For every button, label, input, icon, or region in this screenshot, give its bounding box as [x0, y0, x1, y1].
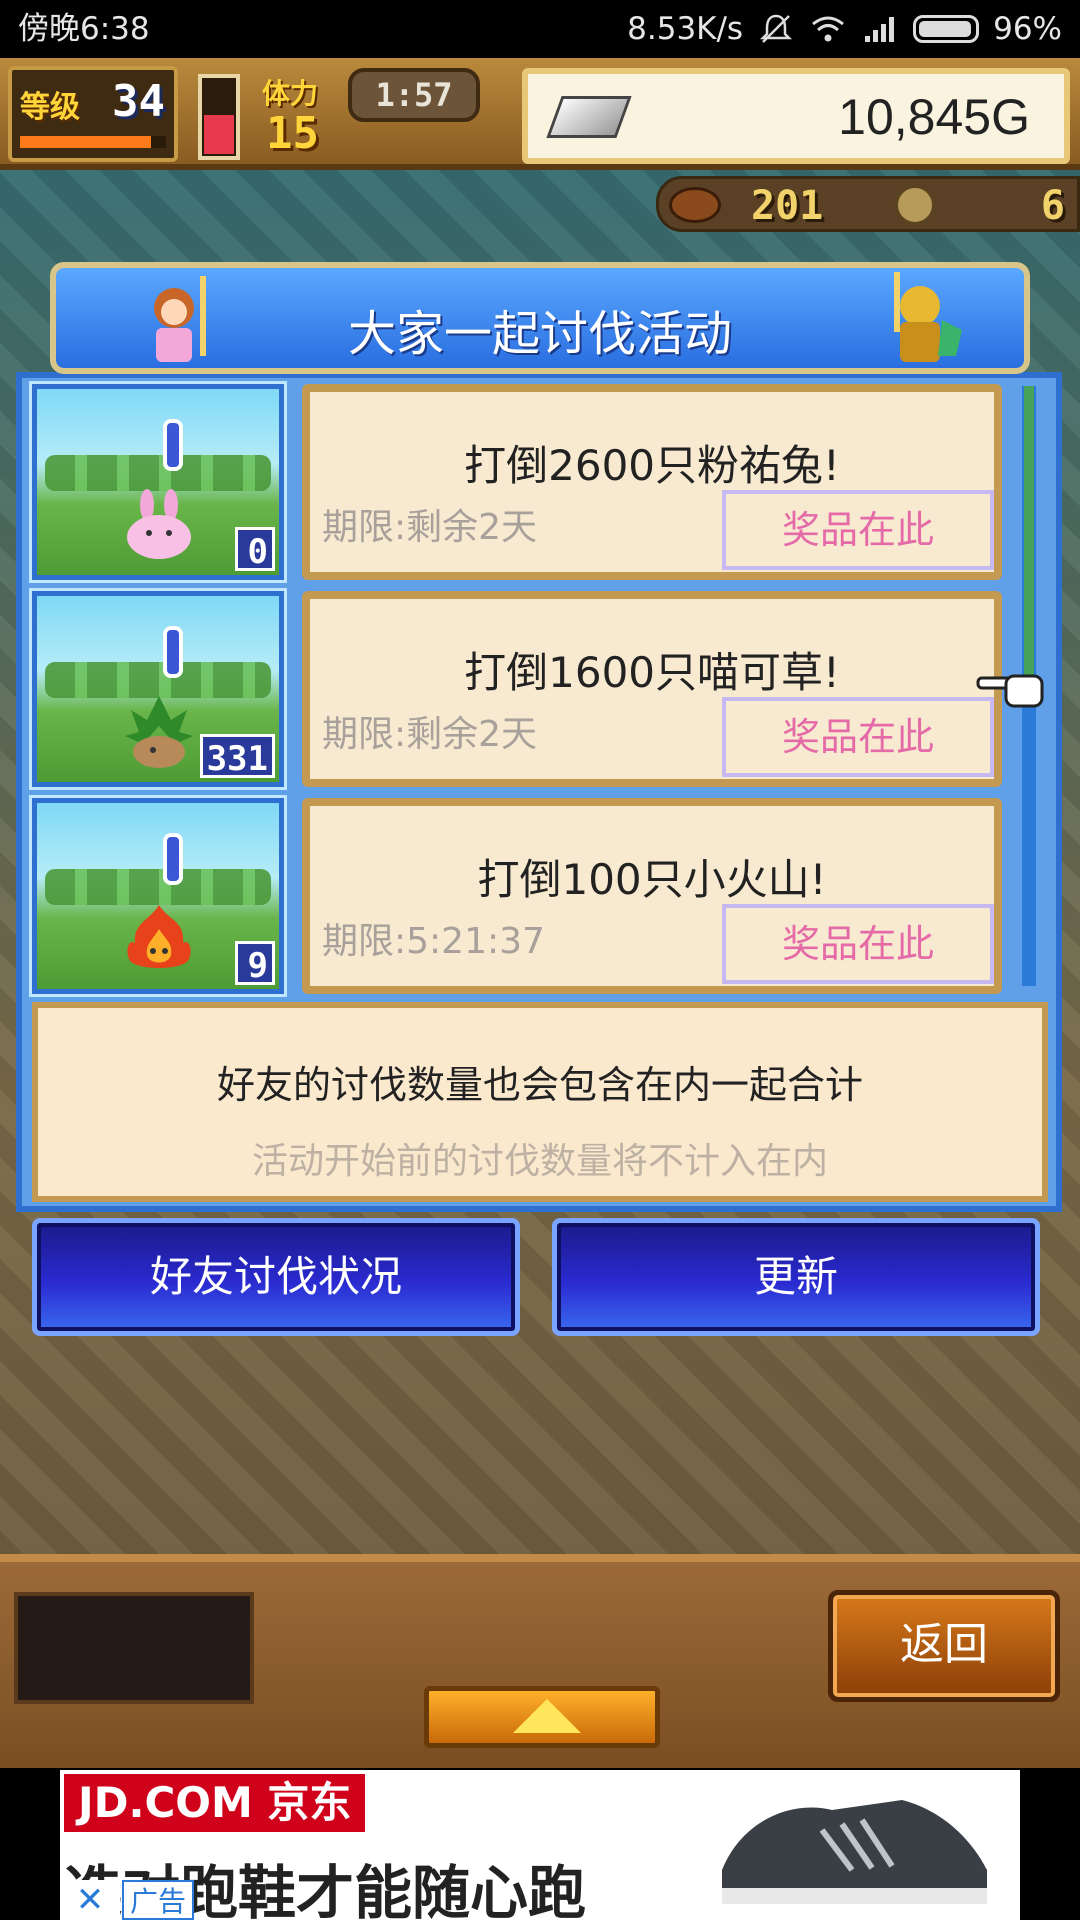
level-box: 等级 34 [8, 66, 178, 162]
level-progress-bar [20, 136, 166, 148]
trees-decoration [45, 662, 271, 698]
level-progress-fill [20, 136, 152, 148]
expand-up-button[interactable] [424, 1686, 660, 1748]
task-deadline: 期限:剩余2天 [322, 714, 538, 755]
signal-icon [865, 17, 895, 42]
ad-tag: 广告 [122, 1880, 195, 1920]
top-hud: 等级 34 体力 15 1:57 10,845G [0, 58, 1080, 170]
prize-button[interactable]: 奖品在此 [722, 490, 994, 570]
kill-count-badge: 331 [199, 734, 275, 779]
level-value: 34 [112, 76, 165, 127]
ad-close-icon[interactable]: ✕ [60, 1880, 120, 1920]
stamina-timer: 1:57 [348, 68, 480, 122]
task-title: 打倒100只小火山! [477, 855, 827, 904]
task-title: 打倒1600只喵可草! [464, 648, 840, 697]
stamina-gauge-fill [204, 115, 234, 154]
stamina-label: 体力 [262, 77, 319, 110]
task-card: 打倒1600只喵可草! 期限:剩余2天 奖品在此 [302, 591, 1002, 787]
resource-bar: 201 6 [656, 176, 1080, 232]
task-monster-thumbnail: 9 [29, 795, 287, 997]
fire-creature-icon [127, 905, 191, 968]
event-notes: 好友的讨伐数量也会包含在内一起合计 活动开始前的讨伐数量将不计入在内 [32, 1002, 1048, 1202]
task-deadline: 期限:5:21:37 [322, 921, 545, 962]
task-card: 打倒100只小火山! 期限:5:21:37 奖品在此 [302, 798, 1002, 994]
bell-muted-icon [760, 14, 793, 43]
grass-creature-icon [125, 696, 193, 768]
bottom-bar: 返回 [0, 1554, 1080, 1768]
scrollbar-thumb[interactable] [1024, 386, 1034, 676]
task-deadline: 期限:剩余2天 [322, 507, 538, 548]
pink-rabbit-icon [127, 489, 191, 559]
coin-value: 6 [1040, 183, 1065, 229]
task-row: 0 打倒2600只粉祐兔! 期限:剩余2天 奖品在此 [29, 381, 1002, 583]
meat-icon [669, 187, 721, 223]
golden-knight-icon [894, 272, 962, 362]
gold-display: 10,845G [522, 68, 1070, 164]
status-right: 8.53K/s 96% [627, 0, 1062, 58]
friend-status-button[interactable]: 好友讨伐状况 [32, 1218, 520, 1336]
pointing-hand-icon [976, 674, 1044, 708]
kill-count-badge: 9 [235, 941, 275, 986]
coin-icon [895, 185, 935, 225]
level-label: 等级 [20, 90, 80, 125]
ad-brand: JD.COM 京东 [64, 1774, 366, 1832]
event-title-banner: 大家一起讨伐活动 [50, 262, 1030, 374]
prize-button[interactable]: 奖品在此 [722, 697, 994, 777]
trees-decoration [45, 455, 271, 491]
status-time: 傍晚6:38 [18, 11, 150, 47]
note-main-text: 好友的讨伐数量也会包含在内一起合计 [216, 1063, 863, 1107]
battery-percent: 96% [993, 11, 1062, 47]
task-row: 9 打倒100只小火山! 期限:5:21:37 奖品在此 [29, 795, 1002, 997]
silver-bar-icon [546, 96, 632, 138]
exclamation-icon [163, 833, 183, 885]
exclamation-icon [163, 419, 183, 471]
status-bar: 傍晚6:38 8.53K/s 96% [0, 0, 1080, 58]
task-monster-thumbnail: 331 [29, 588, 287, 790]
task-title: 打倒2600只粉祐兔! [464, 441, 840, 490]
wifi-icon [812, 16, 845, 42]
stamina-gauge [198, 74, 240, 160]
running-shoe-image [722, 1800, 987, 1904]
task-card: 打倒2600只粉祐兔! 期限:剩余2天 奖品在此 [302, 384, 1002, 580]
food-value: 201 [751, 183, 824, 229]
battery-icon [913, 15, 980, 43]
task-monster-thumbnail: 0 [29, 381, 287, 583]
prize-button[interactable]: 奖品在此 [722, 904, 994, 984]
task-row: 331 打倒1600只喵可草! 期限:剩余2天 奖品在此 [29, 588, 1002, 790]
up-arrow-icon [513, 1699, 581, 1733]
note-sub-text: 活动开始前的讨伐数量将不计入在内 [251, 1141, 828, 1182]
ad-banner: JD.COM 京东 选对跑鞋才能随心跑 ✕ 广告 [0, 1768, 1080, 1920]
exclamation-icon [163, 626, 183, 678]
refresh-button[interactable]: 更新 [552, 1218, 1040, 1336]
empty-slot [14, 1592, 254, 1704]
stamina-value: 15 [266, 108, 319, 159]
gold-value: 10,845G [838, 89, 1030, 145]
back-button[interactable]: 返回 [828, 1590, 1060, 1702]
net-speed: 8.53K/s [627, 11, 744, 47]
ad-content[interactable]: JD.COM 京东 选对跑鞋才能随心跑 ✕ 广告 [60, 1770, 1020, 1920]
trees-decoration [45, 869, 271, 905]
kill-count-badge: 0 [235, 527, 275, 572]
